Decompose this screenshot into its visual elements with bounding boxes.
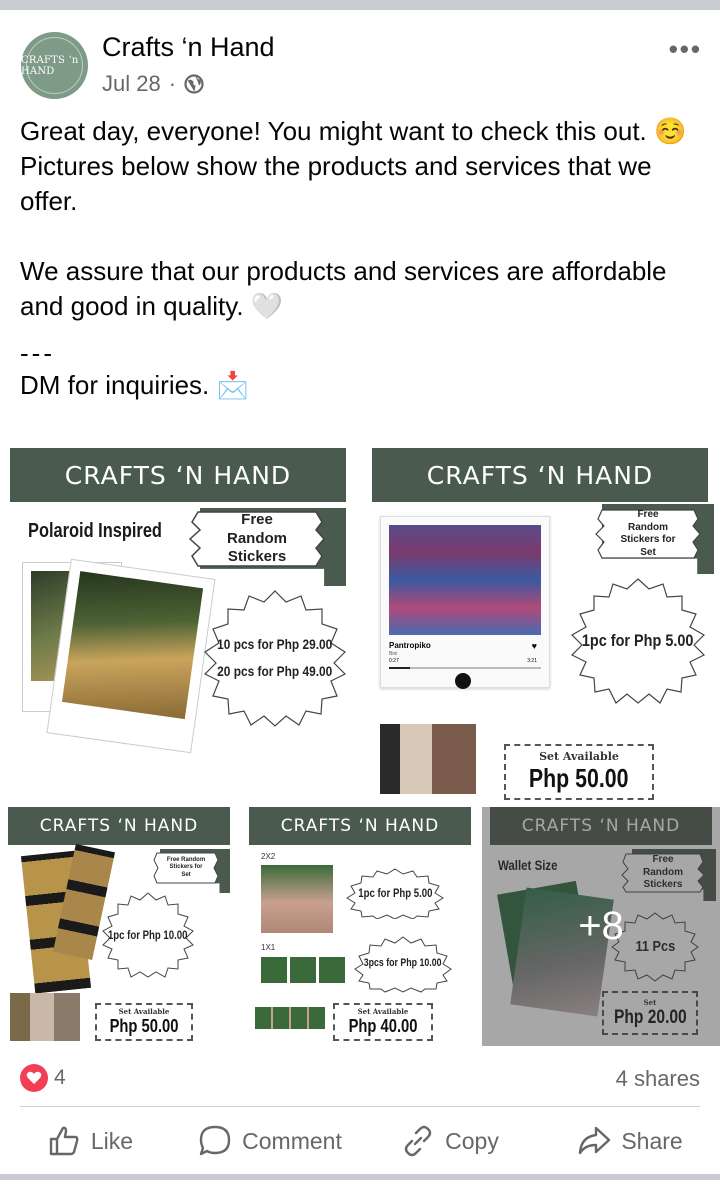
post-text-line1: Great day, everyone! You might want to c…	[20, 116, 687, 216]
price-line-1: 10 pcs for Php 29.00	[217, 635, 333, 652]
size-label-1x1: 1X1	[261, 943, 276, 952]
set-label: Set Available	[118, 1007, 170, 1016]
price-line: 1pc for Php 10.00	[108, 927, 188, 942]
like-button[interactable]: Like	[0, 1112, 180, 1170]
more-options-button[interactable]: •••	[669, 34, 702, 65]
set-price: Php 50.00	[529, 763, 629, 793]
post-date[interactable]: Jul 28	[102, 71, 161, 97]
post-meta: Jul 28 ·	[102, 71, 204, 97]
song-artist: Bini	[389, 651, 398, 657]
photo-tile-polaroid[interactable]: CRAFTS ‘N HAND Polaroid Inspired Free Ra…	[0, 446, 358, 803]
globe-icon	[184, 74, 204, 94]
progress-bar	[389, 667, 541, 669]
photo-tile-id-photos[interactable]: CRAFTS ‘N HAND 2X2 1X1 1pc for Php 5.00 …	[241, 807, 479, 1046]
tile-banner: CRAFTS ‘N HAND	[10, 448, 346, 502]
post-text-line3: DM for inquiries. 📩	[20, 370, 249, 400]
copy-label: Copy	[445, 1127, 499, 1154]
divider	[20, 1106, 700, 1107]
share-button[interactable]: Share	[540, 1112, 720, 1170]
price-burst: 1pc for Php 10.00	[100, 891, 196, 979]
avatar-logo-text: CRAFTS ‘n HAND	[21, 54, 79, 77]
action-bar: Like Comment Copy Share	[0, 1112, 720, 1170]
link-icon	[404, 1125, 432, 1157]
strip-photos	[10, 993, 80, 1041]
share-count[interactable]: 4 shares	[616, 1066, 700, 1092]
price-burst-set: 3pcs for Php 10.00	[353, 935, 453, 993]
photo-grid: CRAFTS ‘N HAND Polaroid Inspired Free Ra…	[0, 446, 720, 1046]
id-photos-1x1	[261, 957, 345, 983]
tile-banner: CRAFTS ‘N HAND	[249, 807, 471, 845]
top-separator	[0, 0, 720, 10]
post-body: Great day, everyone! You might want to c…	[20, 114, 700, 403]
id-photo-2x2	[261, 865, 333, 933]
time-start: 0:27	[389, 658, 399, 664]
size-label-2x2: 2X2	[261, 852, 276, 861]
photo-tile-music-card[interactable]: CRAFTS ‘N HAND Free Random Stickers for …	[362, 446, 720, 803]
photo-tile-film-strip[interactable]: CRAFTS ‘N HAND Free Random Stickers for …	[0, 807, 238, 1046]
meta-separator: ·	[168, 71, 177, 96]
price-line-2: 3pcs for Php 10.00	[364, 957, 442, 970]
strip-photos	[255, 1007, 325, 1029]
time-end: 3:21	[527, 658, 537, 664]
set-price: Php 40.00	[348, 1016, 418, 1036]
love-reaction-icon[interactable]	[20, 1064, 48, 1092]
set-available-box: Set Available Php 40.00	[333, 1003, 433, 1041]
tile-banner: CRAFTS ‘N HAND	[8, 807, 230, 845]
set-price: Php 50.00	[109, 1016, 179, 1036]
thumbs-up-icon	[49, 1126, 79, 1156]
heart-icon: ♥	[531, 641, 537, 651]
post-text-dashes: ---	[20, 338, 55, 368]
bottom-separator	[0, 1174, 720, 1180]
copy-button[interactable]: Copy	[360, 1112, 540, 1170]
pause-icon	[455, 673, 471, 689]
post-header: CRAFTS ‘n HAND Crafts ‘n Hand Jul 28 · •…	[0, 10, 720, 110]
page-name[interactable]: Crafts ‘n Hand	[102, 32, 275, 63]
free-stickers-label: Free Random Stickers for Set	[620, 509, 676, 558]
comment-label: Comment	[242, 1127, 342, 1154]
price-line-2: 20 pcs for Php 49.00	[217, 663, 333, 679]
free-stickers-badge: Free Random Stickers for Set	[152, 851, 220, 885]
share-arrow-icon	[579, 1126, 611, 1155]
tile-banner: CRAFTS ‘N HAND	[372, 448, 708, 502]
like-label: Like	[90, 1127, 134, 1154]
song-title: Pantropiko	[389, 641, 431, 650]
set-label: Set Available	[539, 750, 619, 763]
set-label: Set Available	[357, 1007, 409, 1016]
share-label: Share	[621, 1127, 683, 1154]
free-stickers-label: Free Random Stickers for Set	[166, 856, 206, 878]
reaction-count[interactable]: 4	[54, 1066, 66, 1090]
free-stickers-badge: Free Random Stickers for Set	[594, 506, 702, 562]
price-line-1: 1pc for Php 5.00	[357, 885, 433, 900]
music-card: Pantropiko Bini ♥ 0:27 3:21	[380, 516, 550, 689]
free-stickers-badge: Free Random Stickers	[188, 508, 326, 570]
set-available-box: Set Available Php 50.00	[504, 744, 654, 800]
price-line: 1pc for Php 5.00	[582, 631, 694, 651]
page-avatar[interactable]: CRAFTS ‘n HAND	[21, 32, 88, 99]
set-available-box: Set Available Php 50.00	[95, 1003, 193, 1041]
tile-title: Polaroid Inspired	[28, 520, 162, 542]
music-card-photo	[389, 525, 541, 635]
strip-photos	[380, 724, 476, 794]
comment-bubble-icon	[199, 1125, 231, 1156]
more-photos-count: +8	[578, 904, 624, 948]
post-text-line2: We assure that our products and services…	[20, 256, 667, 321]
reactions-bar: 4 4 shares	[0, 1060, 720, 1100]
more-photos-overlay[interactable]: +8	[482, 807, 720, 1046]
price-burst: 10 pcs for Php 29.00 20 pcs for Php 49.0…	[200, 588, 350, 728]
polaroid-photo-front	[46, 558, 216, 754]
comment-button[interactable]: Comment	[180, 1112, 360, 1170]
price-burst: 1pc for Php 5.00	[568, 576, 708, 706]
photo-tile-wallet-size[interactable]: CRAFTS ‘N HAND Wallet Size Free Random S…	[482, 807, 720, 1046]
price-burst-single: 1pc for Php 5.00	[345, 867, 445, 919]
free-stickers-label: Free Random Stickers	[227, 510, 287, 566]
